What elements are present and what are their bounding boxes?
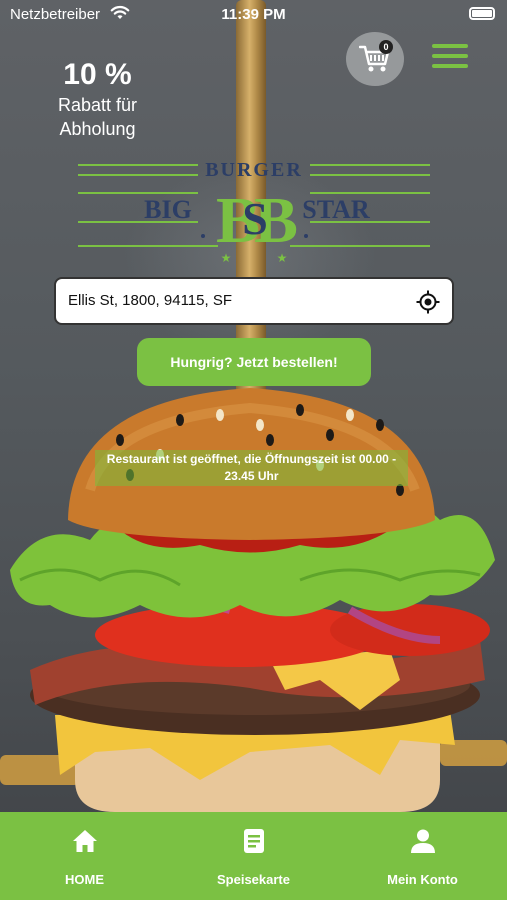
logo-star-icon: ★ xyxy=(221,251,232,265)
logo-word-star: STAR xyxy=(302,195,370,224)
restaurant-status-banner: Restaurant ist geöffnet, die Öffnungszei… xyxy=(95,450,408,486)
bottom-tab-bar: HOME Speisekarte Mein Konto xyxy=(0,812,507,900)
battery-icon xyxy=(469,7,495,20)
menu-bar-icon xyxy=(432,54,468,58)
discount-percent: 10 % xyxy=(63,58,132,91)
user-icon xyxy=(410,829,435,853)
tab-menu-card[interactable]: Speisekarte xyxy=(169,812,338,900)
home-icon xyxy=(72,830,97,852)
menu-bar-icon xyxy=(432,44,468,48)
cart-button[interactable]: 0 xyxy=(346,32,404,86)
tab-account[interactable]: Mein Konto xyxy=(338,812,507,900)
logo-monogram-center: S xyxy=(242,193,268,244)
big-burger-star-logo: BIG STAR BURGER BB S ★ ★ xyxy=(78,159,430,265)
tab-home[interactable]: HOME xyxy=(0,812,169,900)
tab-account-label: Mein Konto xyxy=(387,872,458,887)
status-line-1: Restaurant ist geöffnet, die Öffnungszei… xyxy=(106,452,397,466)
app-screen: Netzbetreiber 11:39 PM 10 % Rabatt für A… xyxy=(0,0,507,900)
tab-home-label: HOME xyxy=(65,872,104,887)
order-now-button[interactable]: Hungrig? Jetzt bestellen! xyxy=(137,338,371,386)
status-line-2: 23.45 Uhr xyxy=(224,469,279,483)
pickup-discount: 10 % Rabatt für Abholung xyxy=(40,58,155,140)
clock: 11:39 PM xyxy=(221,6,286,23)
logo-word-burger: BURGER xyxy=(205,159,303,181)
burger-photo xyxy=(0,388,507,812)
status-bar: Netzbetreiber 11:39 PM xyxy=(0,0,507,28)
tab-menu-card-label: Speisekarte xyxy=(217,872,290,887)
menu-bar-icon xyxy=(432,64,468,68)
address-input[interactable]: Ellis St, 1800, 94115, SF xyxy=(54,277,454,325)
logo-word-big: BIG xyxy=(144,195,192,224)
menu-card-icon xyxy=(243,829,264,853)
current-location-icon[interactable] xyxy=(416,290,440,314)
hamburger-menu-button[interactable] xyxy=(432,44,468,72)
logo-star-icon: ★ xyxy=(277,251,288,265)
address-value: Ellis St, 1800, 94115, SF xyxy=(68,292,232,309)
discount-label-line2: Abholung xyxy=(59,119,136,139)
cart-count-badge: 0 xyxy=(379,40,393,54)
discount-label-line1: Rabatt für xyxy=(57,95,138,115)
